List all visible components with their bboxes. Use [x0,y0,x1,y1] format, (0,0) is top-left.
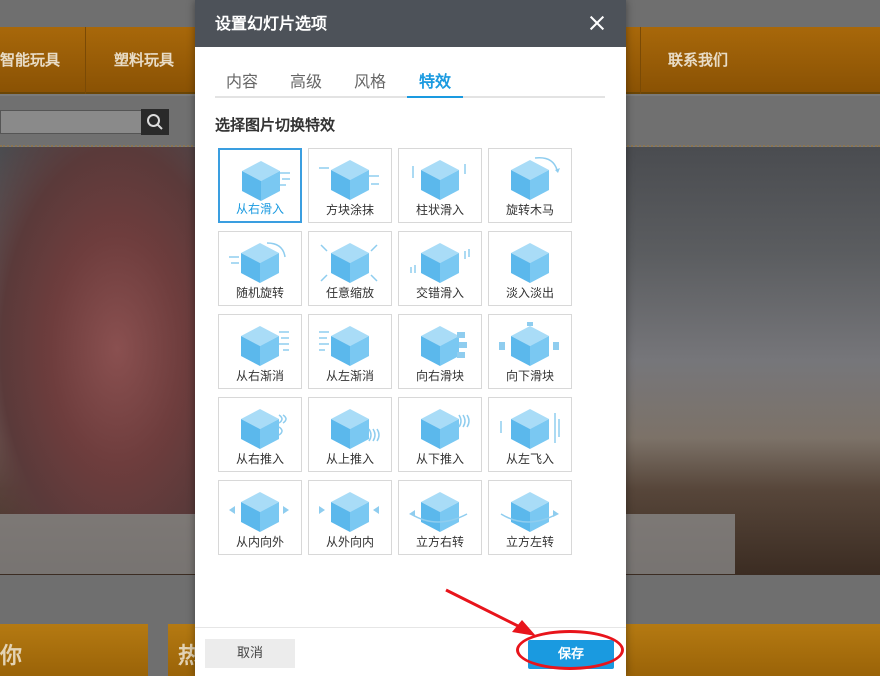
effect-label: 从内向外 [235,535,284,549]
effect-tile[interactable]: 从左飞入 [488,397,572,472]
effect-tile[interactable]: 从上推入 [308,397,392,472]
effect-label: 从左飞入 [505,452,554,466]
effect-tile[interactable]: 任意缩放 [308,231,392,306]
effect-tile[interactable]: 立方右转 [398,480,482,555]
effect-label: 随机旋转 [235,286,284,300]
bottom-block [626,624,880,676]
effect-label: 从外向内 [325,535,374,549]
cube-icon [319,492,379,532]
cube-icon [241,326,289,366]
cube-icon [421,326,467,366]
tab-effects[interactable]: 特效 [407,68,463,98]
effect-label: 从右推入 [235,452,284,466]
effect-label: 柱状滑入 [415,203,464,217]
bottom-block-text: 你 [0,644,23,669]
effect-label: 从左渐消 [325,369,374,383]
effect-label: 向下滑块 [505,369,554,383]
effect-tile[interactable]: 旋转木马 [488,148,572,223]
effect-label: 向右滑块 [415,369,464,383]
cube-icon [500,492,559,532]
cube-icon [229,492,289,532]
effect-label: 从右渐消 [235,369,284,383]
cube-icon [500,409,560,449]
effect-tile[interactable]: 从外向内 [308,480,392,555]
cube-icon [242,161,290,201]
cube-icon [241,409,287,449]
effect-tile[interactable]: 淡入淡出 [488,231,572,306]
dialog-tabs: 内容 高级 风格 特效 [215,68,605,98]
nav-divider [640,27,641,94]
effect-tile[interactable]: 方块涂抹 [308,148,392,223]
effect-label: 从下推入 [415,452,464,466]
effect-tile[interactable]: 交错滑入 [398,231,482,306]
nav-item-contact[interactable]: 联系我们 [668,27,728,94]
nav-item-plastic-toys[interactable]: 塑料玩具 [114,27,174,94]
cube-icon [499,322,559,366]
dialog-header: 设置幻灯片选项 [195,0,626,47]
cube-icon [319,160,379,200]
effect-tile[interactable]: 向右滑块 [398,314,482,389]
effect-label: 方块涂抹 [325,203,374,217]
dialog-title: 设置幻灯片选项 [215,14,328,33]
effect-label: 任意缩放 [325,286,374,300]
search-button[interactable] [141,109,169,135]
banner-doll-image [0,147,195,515]
effect-label: 立方左转 [505,535,554,549]
effect-tile[interactable]: 从下推入 [398,397,482,472]
effect-label: 从上推入 [325,452,374,466]
effect-tile[interactable]: 柱状滑入 [398,148,482,223]
search-input[interactable] [0,110,142,134]
effect-label: 交错滑入 [415,286,464,300]
nav-item-smart-toys[interactable]: 智能玩具 [0,27,60,94]
tab-style[interactable]: 风格 [353,68,387,96]
effect-label: 淡入淡出 [505,286,554,300]
cube-icon [421,409,470,449]
effect-label: 立方右转 [415,535,464,549]
bottom-block [0,624,148,676]
cancel-button[interactable]: 取消 [205,639,295,668]
effect-tile[interactable]: 随机旋转 [218,231,302,306]
close-icon[interactable] [586,12,608,34]
annotation-circle [516,630,624,670]
cube-icon [412,160,466,200]
tab-content[interactable]: 内容 [225,68,259,96]
effect-label: 从右滑入 [235,202,284,216]
effect-tile[interactable]: 从右滑入 [218,148,302,223]
slideshow-options-dialog: 设置幻灯片选项 内容 高级 风格 特效 选择图片切换特效 从右滑入 方块涂抹 柱状滑… [195,0,626,676]
effect-tile[interactable]: 立方左转 [488,480,572,555]
tab-advanced[interactable]: 高级 [289,68,323,96]
effect-tile[interactable]: 向下滑块 [488,314,572,389]
effect-tile[interactable]: 从内向外 [218,480,302,555]
effect-tile[interactable]: 从左渐消 [308,314,392,389]
cube-icon [331,409,380,449]
cube-icon [511,243,549,283]
cube-icon [511,157,560,200]
effect-tile[interactable]: 从右推入 [218,397,302,472]
effect-label: 旋转木马 [505,203,554,217]
cube-icon [409,492,468,532]
section-label: 选择图片切换特效 [215,116,336,134]
cube-icon [410,243,470,283]
effect-tile[interactable]: 从右渐消 [218,314,302,389]
search-icon [147,114,163,130]
cube-icon [229,242,286,283]
nav-divider [85,27,86,94]
cube-icon [319,326,369,366]
cube-icon [320,243,378,283]
